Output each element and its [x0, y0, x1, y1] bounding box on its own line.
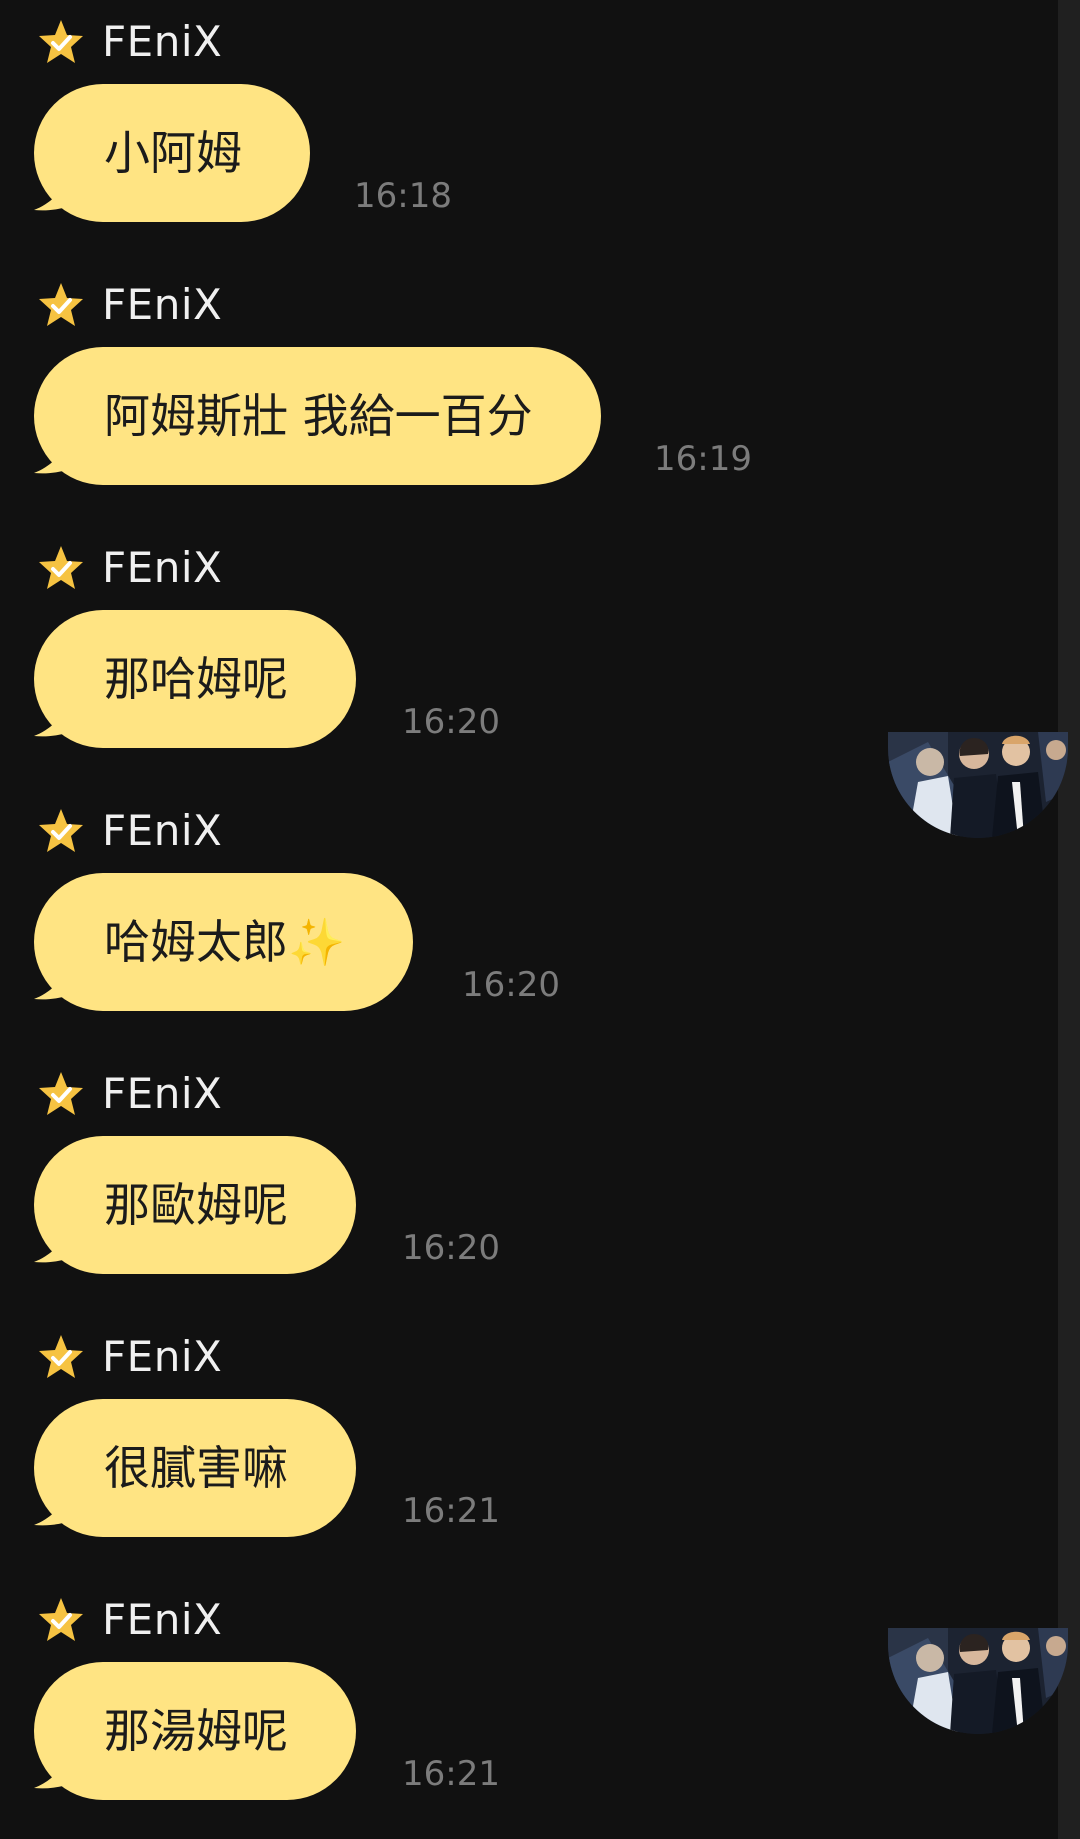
message-bubble[interactable]: 哈姆太郎✨	[34, 873, 414, 1011]
message-time: 16:20	[402, 702, 500, 742]
message-text: 那湯姆呢	[104, 1704, 288, 1758]
star-check-icon	[39, 1072, 83, 1115]
bubble-tail	[34, 965, 88, 1000]
sender-row: FEniX	[36, 1329, 222, 1385]
star-check-icon	[39, 809, 83, 852]
message-item: FEniX 小阿姆 16:18	[0, 0, 1080, 263]
sender-name[interactable]: FEniX	[102, 1329, 222, 1385]
sender-row: FEniX	[36, 803, 222, 859]
message-item: FEniX 哈姆太郎✨ 16:20	[0, 789, 1080, 1052]
message-text: 那歐姆呢	[104, 1178, 288, 1232]
message-bubble[interactable]: 很膩害嘛	[34, 1399, 356, 1537]
sender-name[interactable]: FEniX	[102, 803, 222, 859]
bubble-tail	[34, 1228, 88, 1263]
message-time: 16:19	[654, 439, 752, 479]
message-item: FEniX 很膩害嘛 16:21	[0, 1315, 1080, 1578]
message-text: 阿姆斯壯 我給一百分	[104, 389, 533, 443]
message-time: 16:20	[402, 1228, 500, 1268]
message-text: 哈姆太郎✨	[104, 915, 346, 969]
sender-row: FEniX	[36, 14, 222, 70]
bubble-tail	[34, 1754, 88, 1789]
message-item: FEniX 那歐姆呢 16:20	[0, 1052, 1080, 1315]
message-text: 小阿姆	[104, 126, 242, 180]
sender-name[interactable]: FEniX	[102, 277, 222, 333]
star-check-icon	[39, 1335, 83, 1378]
message-time: 16:18	[354, 176, 452, 216]
message-time: 16:21	[402, 1491, 500, 1531]
sender-row: FEniX	[36, 1592, 222, 1648]
chat-view: FEniX 小阿姆 16:18 FEniX 阿姆斯壯 我給一百分 16:19 F…	[0, 0, 1080, 1839]
message-text: 那哈姆呢	[104, 652, 288, 706]
star-check-icon	[39, 1598, 83, 1641]
sender-name[interactable]: FEniX	[102, 14, 222, 70]
message-time: 16:20	[462, 965, 560, 1005]
message-bubble[interactable]: 那湯姆呢	[34, 1662, 356, 1800]
star-check-icon	[39, 546, 83, 589]
sender-row: FEniX	[36, 277, 222, 333]
bubble-tail	[34, 1491, 88, 1526]
message-bubble[interactable]: 那歐姆呢	[34, 1136, 356, 1274]
message-time: 16:21	[402, 1754, 500, 1794]
message-bubble[interactable]: 阿姆斯壯 我給一百分	[34, 347, 601, 485]
star-check-icon	[39, 20, 83, 63]
message-bubble[interactable]: 小阿姆	[34, 84, 310, 222]
star-check-icon	[39, 283, 83, 326]
bubble-tail	[34, 176, 88, 211]
sender-row: FEniX	[36, 1066, 222, 1122]
message-bubble[interactable]: 那哈姆呢	[34, 610, 356, 748]
bubble-tail	[34, 702, 88, 737]
message-text: 很膩害嘛	[104, 1441, 288, 1495]
sender-name[interactable]: FEniX	[102, 1592, 222, 1648]
sender-row: FEniX	[36, 540, 222, 596]
sender-name[interactable]: FEniX	[102, 540, 222, 596]
message-item: FEniX 阿姆斯壯 我給一百分 16:19	[0, 263, 1080, 526]
bubble-tail	[34, 439, 88, 474]
sender-name[interactable]: FEniX	[102, 1066, 222, 1122]
